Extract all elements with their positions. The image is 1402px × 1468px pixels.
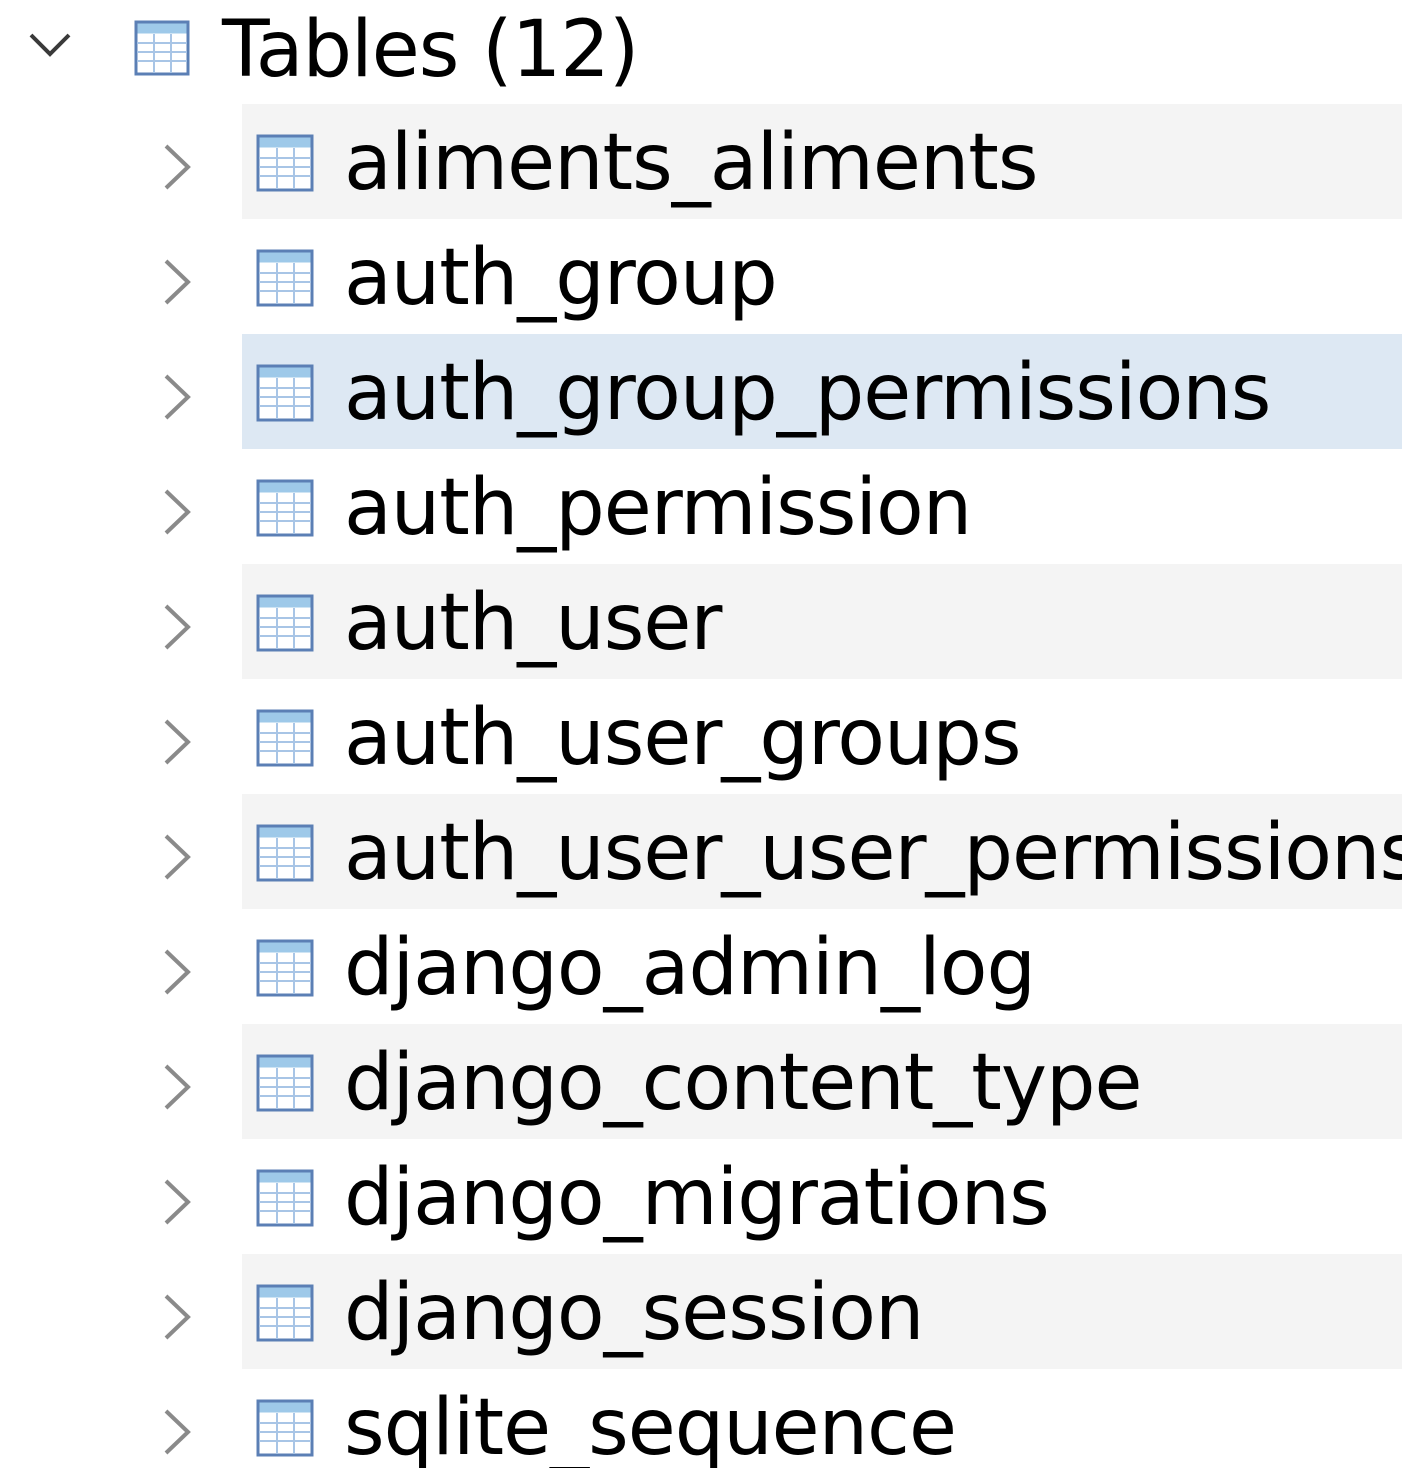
- table-name: auth_group: [344, 233, 778, 323]
- table-name: sqlite_sequence: [344, 1383, 957, 1468]
- tree-node-table[interactable]: auth_user_groups: [0, 679, 1402, 794]
- table-name: auth_permission: [344, 463, 972, 553]
- chevron-right-icon[interactable]: [160, 717, 194, 767]
- chevron-right-icon[interactable]: [160, 1407, 194, 1457]
- chevron-right-icon[interactable]: [160, 142, 194, 192]
- table-name: django_content_type: [344, 1038, 1143, 1128]
- tree-node-table[interactable]: auth_permission: [0, 449, 1402, 564]
- tree-node-table[interactable]: django_content_type: [0, 1024, 1402, 1139]
- chevron-right-icon[interactable]: [160, 832, 194, 882]
- tree-node-table[interactable]: auth_user_user_permissions: [0, 794, 1402, 909]
- tree-node-tables[interactable]: Tables (12): [0, 0, 1402, 104]
- table-icon: [256, 364, 314, 422]
- table-icon: [134, 20, 190, 76]
- table-name: django_migrations: [344, 1153, 1050, 1243]
- chevron-right-icon[interactable]: [160, 372, 194, 422]
- chevron-right-icon[interactable]: [160, 947, 194, 997]
- table-name: auth_user_user_permissions: [344, 808, 1402, 898]
- tables-tree: Tables (12) aliments_aliments auth_group…: [0, 0, 1402, 1468]
- tree-node-table[interactable]: django_migrations: [0, 1139, 1402, 1254]
- table-icon: [256, 939, 314, 997]
- chevron-right-icon[interactable]: [160, 602, 194, 652]
- chevron-right-icon[interactable]: [160, 487, 194, 537]
- chevron-down-icon[interactable]: [28, 30, 72, 60]
- tree-node-table[interactable]: auth_group: [0, 219, 1402, 334]
- chevron-right-icon[interactable]: [160, 1062, 194, 1112]
- tree-node-table[interactable]: django_admin_log: [0, 909, 1402, 1024]
- tree-node-table[interactable]: auth_group_permissions: [0, 334, 1402, 449]
- table-name: aliments_aliments: [344, 118, 1039, 208]
- table-icon: [256, 249, 314, 307]
- table-name: auth_group_permissions: [344, 348, 1271, 438]
- chevron-right-icon[interactable]: [160, 1177, 194, 1227]
- chevron-right-icon[interactable]: [160, 257, 194, 307]
- table-icon: [256, 1054, 314, 1112]
- table-icon: [256, 1284, 314, 1342]
- table-icon: [256, 479, 314, 537]
- tree-node-table[interactable]: aliments_aliments: [0, 104, 1402, 219]
- table-name: auth_user_groups: [344, 693, 1022, 783]
- table-icon: [256, 709, 314, 767]
- table-icon: [256, 1399, 314, 1457]
- table-icon: [256, 134, 314, 192]
- table-icon: [256, 824, 314, 882]
- tree-node-table[interactable]: django_session: [0, 1254, 1402, 1369]
- table-icon: [256, 594, 314, 652]
- chevron-right-icon[interactable]: [160, 1292, 194, 1342]
- table-list: aliments_aliments auth_group auth_group_…: [0, 104, 1402, 1468]
- tree-node-label: Tables (12): [222, 5, 639, 95]
- table-name: auth_user: [344, 578, 722, 668]
- table-name: django_session: [344, 1268, 924, 1358]
- tree-node-table[interactable]: auth_user: [0, 564, 1402, 679]
- table-icon: [256, 1169, 314, 1227]
- tree-node-table[interactable]: sqlite_sequence: [0, 1369, 1402, 1468]
- table-name: django_admin_log: [344, 923, 1036, 1013]
